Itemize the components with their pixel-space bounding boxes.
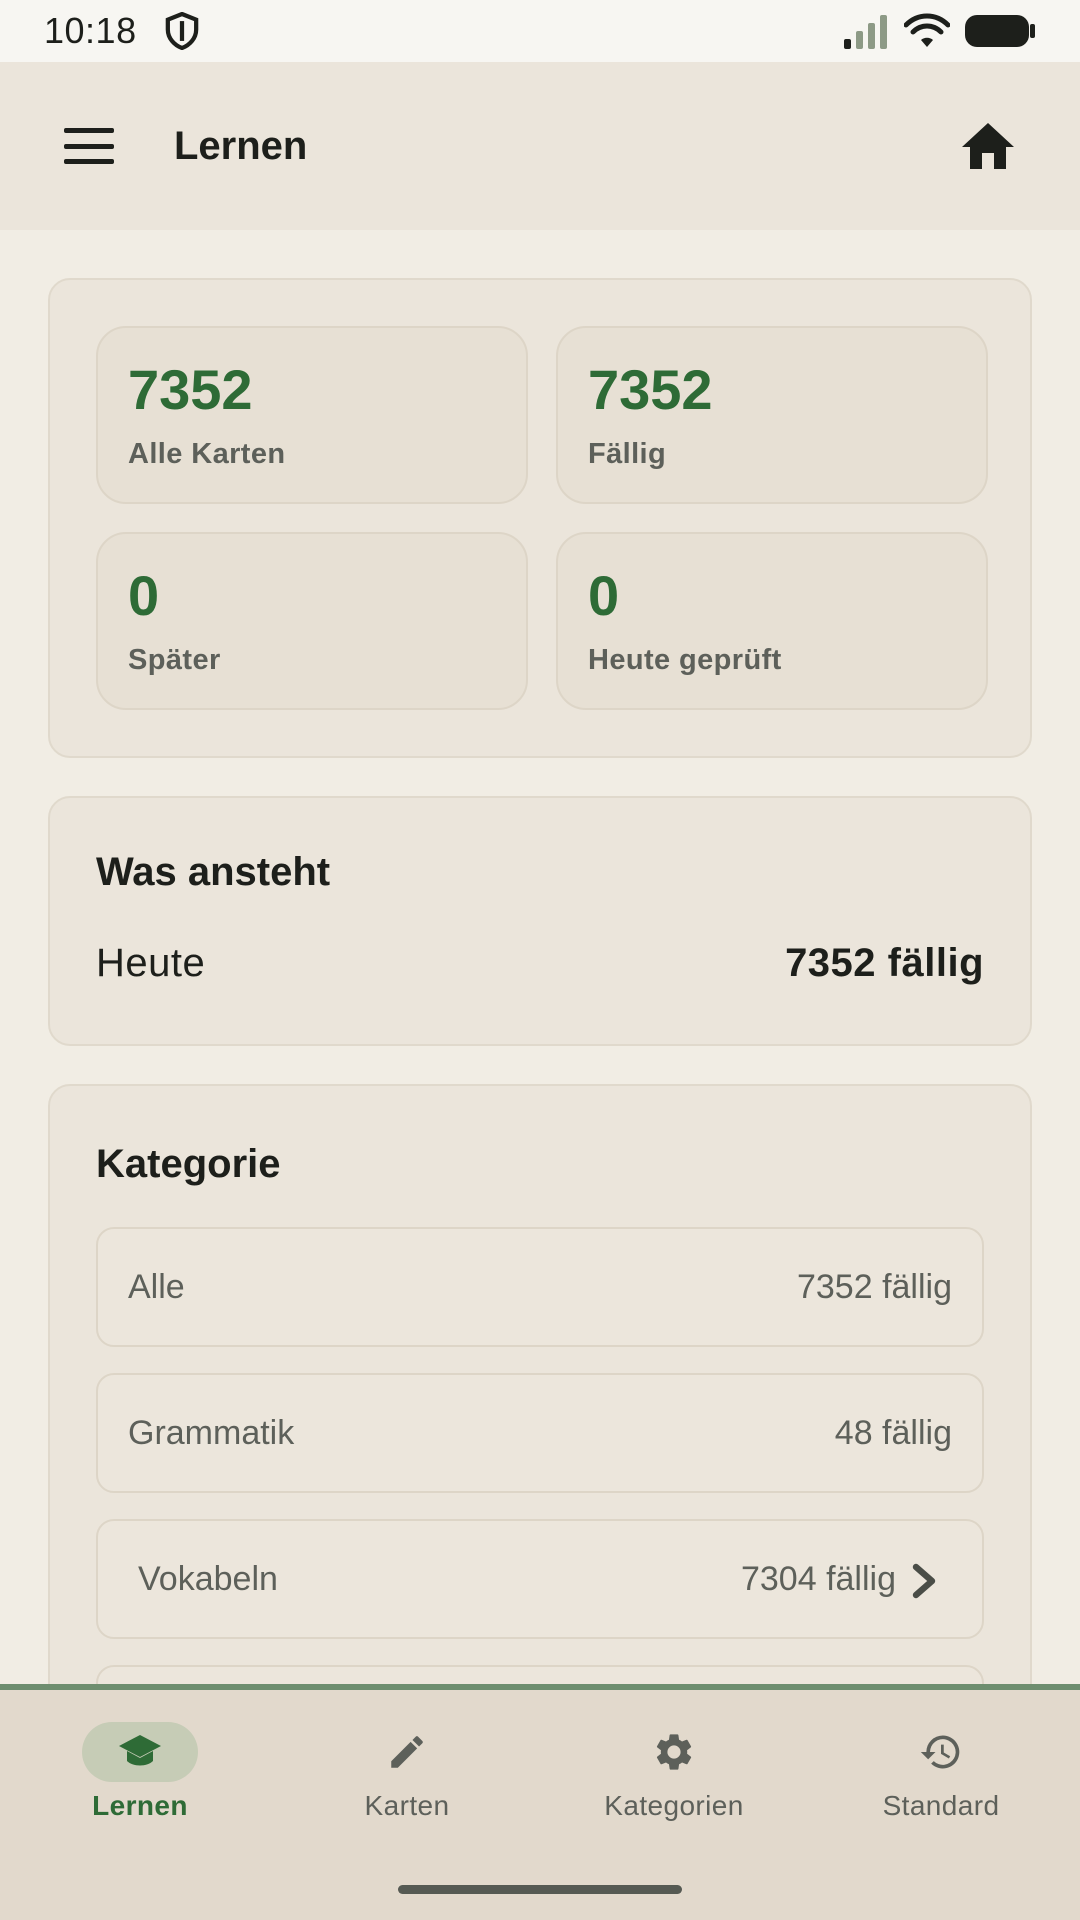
page-title: Lernen	[174, 123, 308, 168]
app-bar: Lernen	[0, 62, 1080, 230]
history-icon	[920, 1735, 960, 1769]
category-name: Vokabeln	[138, 1559, 278, 1598]
stat-value: 0	[588, 564, 620, 627]
stat-later: 0 Später	[96, 532, 528, 710]
upcoming-row: Heute 7352 fällig	[96, 941, 984, 986]
battery-icon	[965, 15, 1035, 47]
wifi-icon	[904, 13, 950, 47]
upcoming-card: Was ansteht Heute 7352 fällig	[48, 796, 1032, 1046]
stats-card: 7352 Alle Karten 7352 Fällig 0 Später 0 …	[48, 278, 1032, 758]
gear-icon	[656, 1734, 692, 1770]
nav-label: Lernen	[92, 1790, 188, 1821]
category-name: Grammatik	[128, 1413, 295, 1452]
nav-label: Kategorien	[604, 1790, 744, 1821]
category-item-grammar[interactable]: Grammatik 48 fällig	[96, 1373, 984, 1493]
category-title: Kategorie	[96, 1142, 281, 1186]
nav-indicator	[883, 1722, 999, 1782]
stat-label: Heute geprüft	[588, 644, 782, 676]
stat-value: 7352	[588, 358, 713, 421]
category-count: 48 fällig	[834, 1413, 952, 1452]
upcoming-value: 7352 fällig	[785, 941, 984, 985]
home-icon[interactable]	[960, 121, 1016, 171]
pencil-icon	[391, 1736, 423, 1768]
upcoming-title: Was ansteht	[96, 850, 331, 894]
stat-label: Alle Karten	[128, 438, 286, 470]
nav-item-standard[interactable]: Standard	[841, 1722, 1041, 1822]
gesture-handle[interactable]	[398, 1885, 682, 1894]
nav-indicator	[616, 1722, 732, 1782]
nav-item-categories[interactable]: Kategorien	[574, 1722, 774, 1822]
stat-reviewed-today: 0 Heute geprüft	[556, 532, 988, 710]
status-icons	[844, 13, 1036, 49]
stat-value: 0	[128, 564, 160, 627]
stat-due: 7352 Fällig	[556, 326, 988, 504]
category-count: 7304 fällig	[740, 1559, 896, 1598]
nav-label: Karten	[364, 1790, 450, 1821]
stat-label: Fällig	[588, 438, 667, 470]
category-name: Alle	[128, 1267, 185, 1306]
stat-label: Später	[128, 644, 221, 676]
shield-icon	[165, 12, 198, 50]
upcoming-label: Heute	[96, 941, 206, 985]
category-count: 7352 fällig	[796, 1267, 952, 1306]
nav-label: Standard	[882, 1790, 1000, 1821]
menu-icon[interactable]	[64, 128, 114, 164]
signal-icon	[844, 15, 887, 49]
nav-item-cards[interactable]: Karten	[307, 1722, 507, 1822]
chevron-right-icon[interactable]	[912, 1563, 938, 1599]
stat-value: 7352	[128, 358, 253, 421]
category-item-vocabulary[interactable]: Vokabeln 7304 fällig	[96, 1519, 984, 1639]
status-bar: 10:18	[0, 0, 1080, 62]
status-time: 10:18	[44, 10, 137, 51]
stat-all-cards: 7352 Alle Karten	[96, 326, 528, 504]
nav-item-learn[interactable]: Lernen	[40, 1722, 240, 1822]
nav-indicator	[349, 1722, 465, 1782]
school-icon	[119, 1735, 161, 1766]
nav-indicator	[82, 1722, 198, 1782]
category-item-all[interactable]: Alle 7352 fällig	[96, 1227, 984, 1347]
